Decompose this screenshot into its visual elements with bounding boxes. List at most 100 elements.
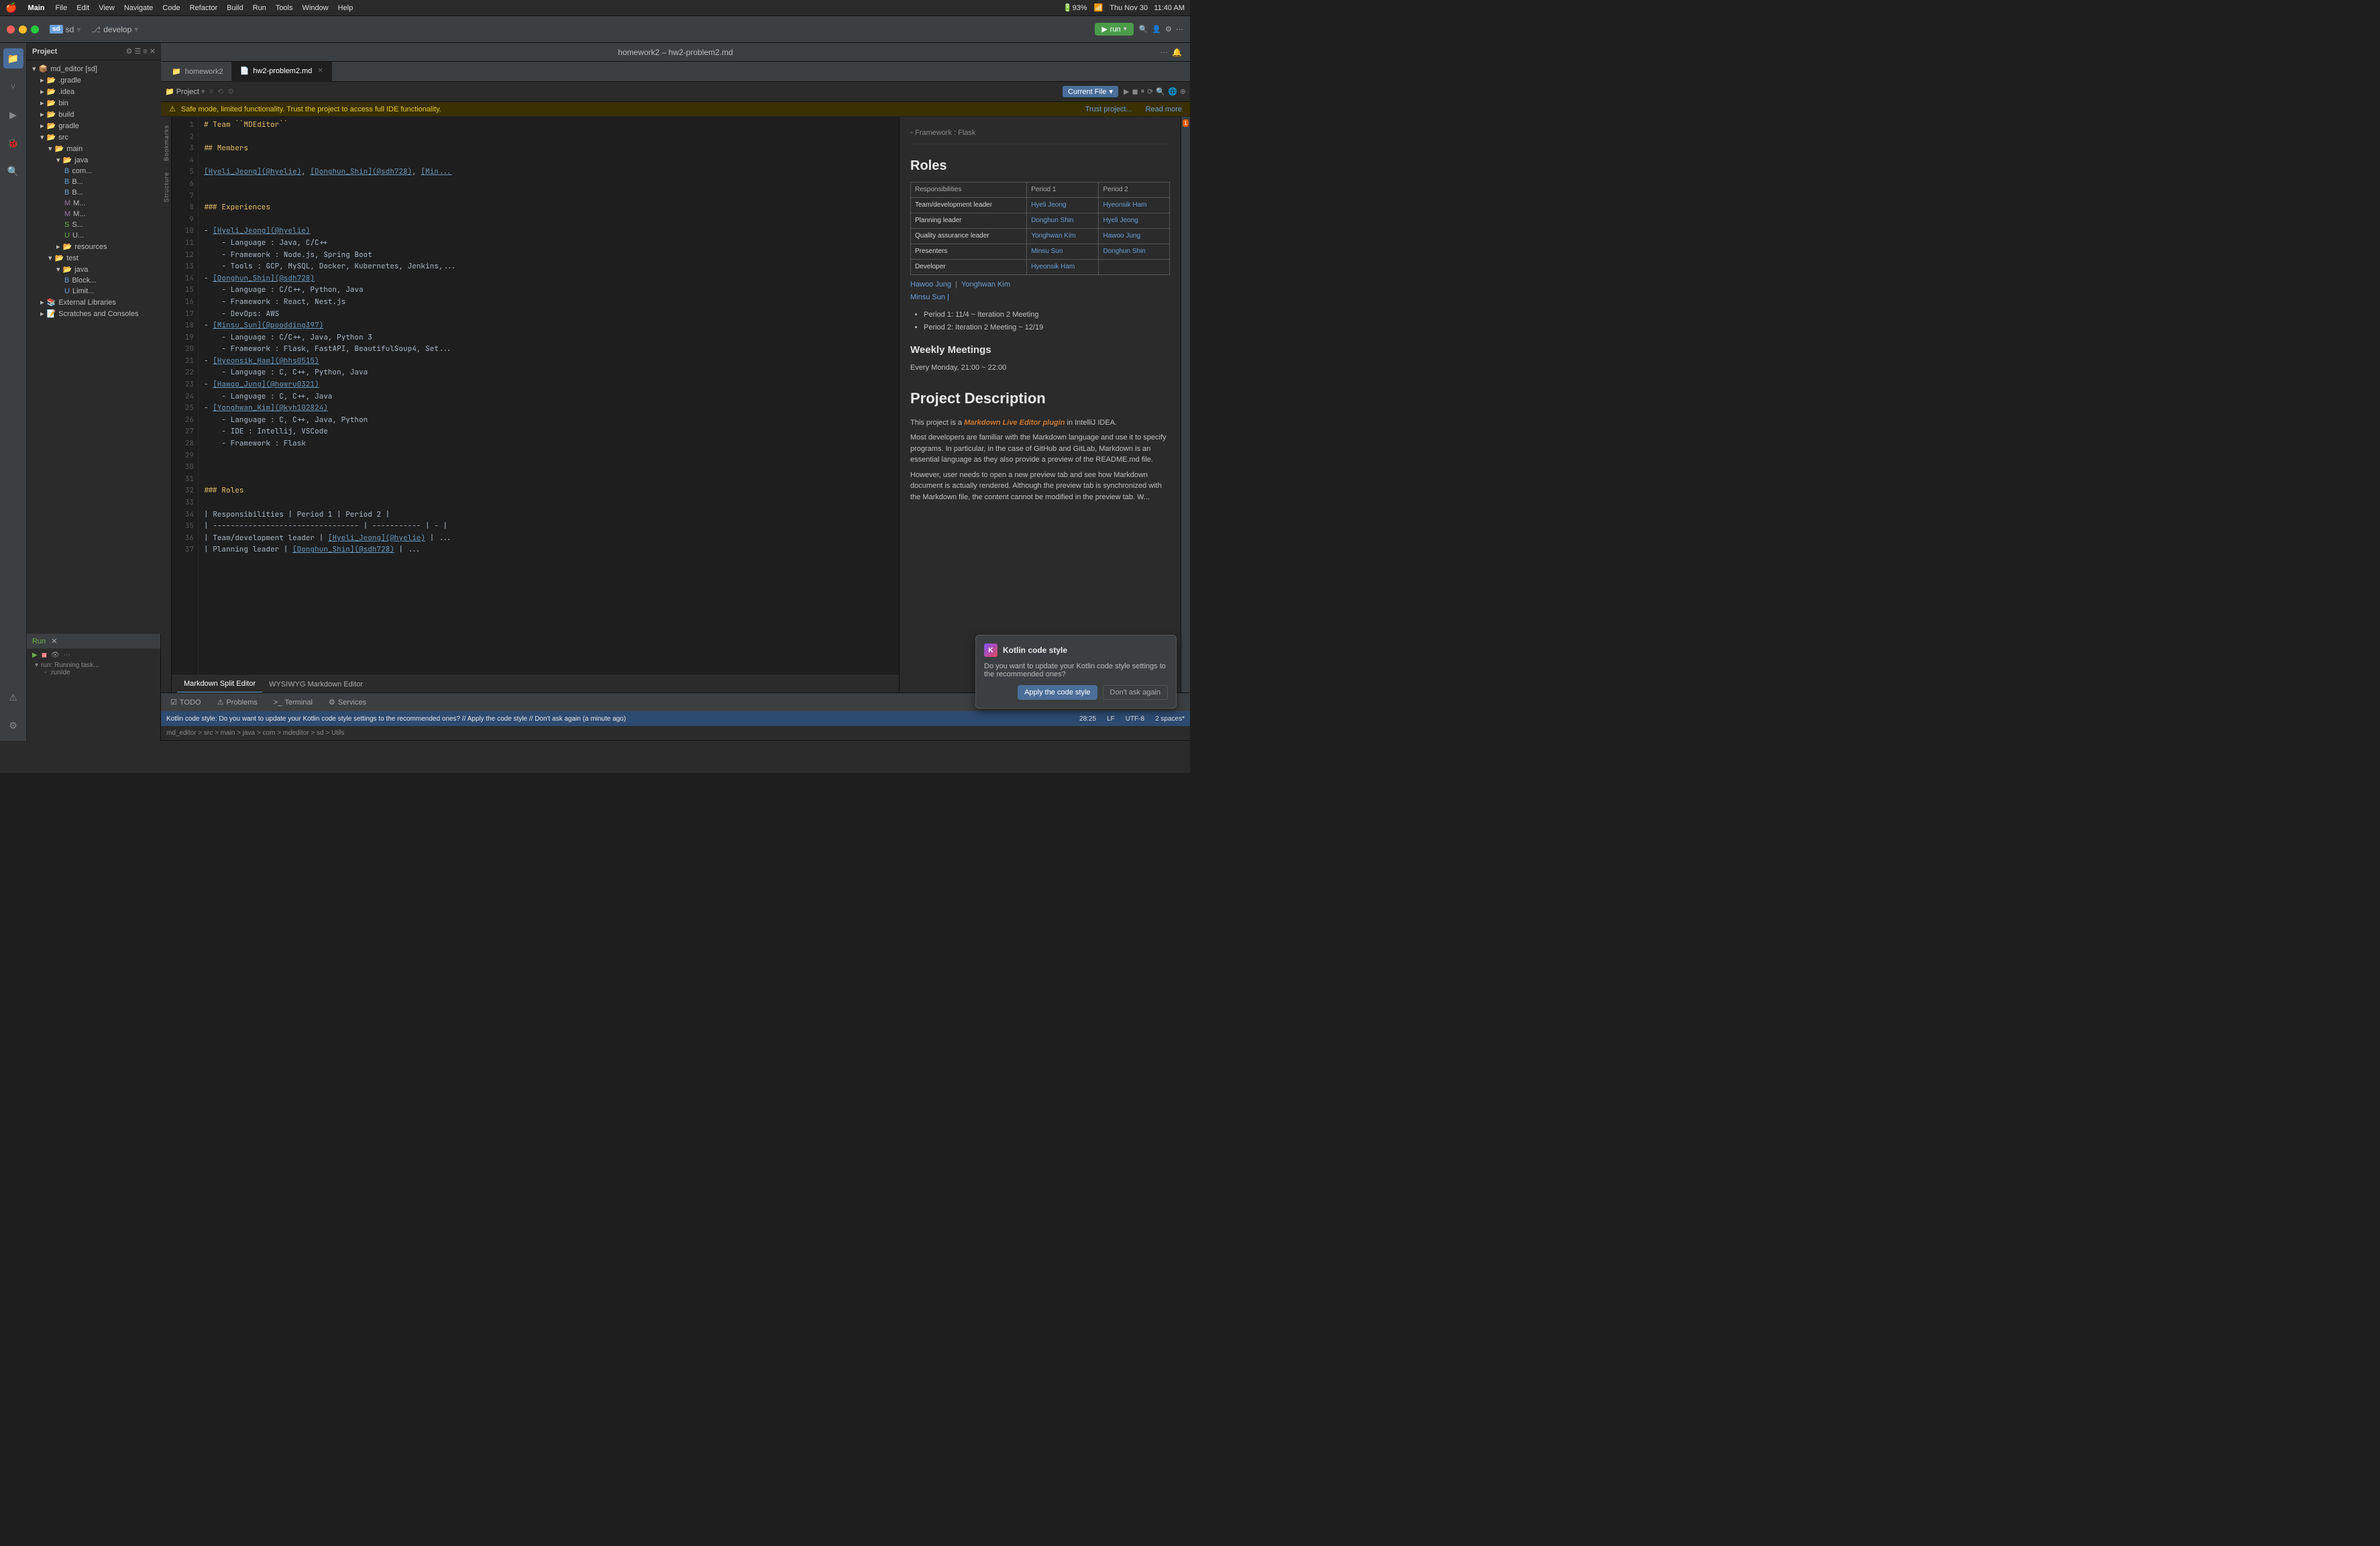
tree-item-block[interactable]: B Block...	[27, 275, 161, 286]
run-ctrl-plus[interactable]: ⊕	[1180, 87, 1186, 96]
status-lf[interactable]: LF	[1107, 715, 1115, 723]
menu-bar: 🍎 Main File Edit View Navigate Code Refa…	[0, 0, 1190, 16]
run-ctrl-browser[interactable]: 🌐	[1168, 87, 1177, 96]
run-ctrl-rerun[interactable]: ⟳	[1147, 87, 1153, 96]
tree-item-scratches[interactable]: ▸ 📝 Scratches and Consoles	[27, 308, 161, 319]
fullscreen-button[interactable]	[31, 25, 39, 34]
menu-refactor[interactable]: Refactor	[190, 4, 218, 12]
b1-label: B...	[72, 178, 83, 186]
settings-icon[interactable]: ⚙	[1165, 25, 1172, 34]
menu-file[interactable]: File	[56, 4, 68, 12]
menu-navigate[interactable]: Navigate	[124, 4, 153, 12]
minimize-button[interactable]	[19, 25, 27, 34]
sidebar-item-debug[interactable]: 🐞	[3, 133, 23, 153]
menu-build[interactable]: Build	[227, 4, 243, 12]
tab-close-icon[interactable]: ✕	[317, 67, 323, 74]
window-bell-icon[interactable]: 🔔	[1172, 48, 1182, 57]
menu-run[interactable]: Run	[253, 4, 266, 12]
tree-item-u1[interactable]: U U...	[27, 230, 161, 241]
resources-arrow: ▸	[56, 242, 60, 251]
tab-wysiwyg-editor[interactable]: WYSIWYG Markdown Editor	[262, 676, 370, 693]
run-tab[interactable]: Run	[32, 637, 46, 646]
run-play-icon[interactable]: ▶	[32, 652, 38, 659]
run-more-icon[interactable]: ⋯	[64, 652, 70, 659]
build-folder-icon: 📂	[47, 110, 56, 119]
structure-label[interactable]: Structure	[161, 166, 172, 208]
panel-options[interactable]: ⚙ ☰ ≡ ✕	[125, 47, 156, 56]
tree-item-src[interactable]: ▾ 📂 src	[27, 132, 161, 143]
sidebar-item-search[interactable]: 🔍	[3, 161, 23, 181]
status-encoding[interactable]: UTF-8	[1126, 715, 1144, 723]
current-file-btn[interactable]: Current File ▾	[1063, 86, 1118, 97]
bottom-tab-terminal[interactable]: >_ Terminal	[270, 693, 317, 712]
tree-item-b1[interactable]: B B...	[27, 176, 161, 187]
bottom-tab-todo[interactable]: ☑ TODO	[166, 693, 205, 712]
profile-icon[interactable]: 👤	[1152, 25, 1161, 34]
bookmarks-label[interactable]: Bookmarks	[161, 119, 172, 166]
run-button[interactable]: ▶ run ▾	[1095, 23, 1133, 36]
read-more-btn[interactable]: Read more	[1146, 105, 1182, 113]
tree-item-build[interactable]: ▸ 📂 build	[27, 109, 161, 120]
tree-item-test[interactable]: ▾ 📂 test	[27, 252, 161, 264]
tree-item-resources[interactable]: ▸ 📂 resources	[27, 241, 161, 252]
tree-item-limit[interactable]: U Limit...	[27, 286, 161, 297]
tree-item-gradle[interactable]: ▸ 📂 .gradle	[27, 74, 161, 86]
terminal-icon: >_	[274, 699, 282, 707]
code-line-20: - Framework : Flask, FastAPI, BeautifulS…	[204, 344, 894, 356]
menu-window[interactable]: Window	[303, 4, 329, 12]
tab-split-editor[interactable]: Markdown Split Editor	[177, 676, 262, 693]
project-name[interactable]: sd sd ▾	[50, 25, 80, 34]
tree-item-main[interactable]: ▾ 📂 main	[27, 143, 161, 154]
run-ctrl-stop[interactable]: ◼	[1132, 87, 1138, 96]
status-line-col[interactable]: 28:25	[1079, 715, 1096, 723]
tree-item-m1[interactable]: M M...	[27, 198, 161, 209]
run-ctrl-search[interactable]: 🔍	[1156, 87, 1165, 96]
search-icon[interactable]: 🔍	[1139, 25, 1148, 34]
tree-item-b2[interactable]: B B...	[27, 187, 161, 198]
apply-code-style-button[interactable]: Apply the code style	[1018, 685, 1097, 700]
close-button[interactable]	[7, 25, 15, 34]
dont-ask-again-button[interactable]: Don't ask again	[1103, 685, 1168, 700]
branch-selector[interactable]: ⎇ develop ▾	[91, 25, 138, 34]
tree-item-s1[interactable]: S S...	[27, 219, 161, 230]
tree-item-test-java[interactable]: ▾ 📂 java	[27, 264, 161, 275]
tree-item-m2[interactable]: M M...	[27, 209, 161, 219]
menu-code[interactable]: Code	[162, 4, 180, 12]
bottom-tab-problems[interactable]: ⚠ Problems	[213, 693, 261, 712]
tab-hw2-problem[interactable]: 📄 hw2-problem2.md ✕	[232, 62, 332, 82]
tree-item-bin[interactable]: ▸ 📂 bin	[27, 97, 161, 109]
tree-item-external[interactable]: ▸ 📚 External Libraries	[27, 297, 161, 308]
trust-project-btn[interactable]: Trust project...	[1085, 105, 1132, 113]
run-icon: ▶	[1101, 25, 1107, 34]
sidebar-item-run[interactable]: ▶	[3, 105, 23, 125]
menu-tools[interactable]: Tools	[276, 4, 293, 12]
app-name[interactable]: Main	[28, 4, 44, 12]
sidebar-item-project[interactable]: 📁	[3, 48, 23, 68]
tab-homework2[interactable]: 📁 homework2	[164, 62, 232, 82]
run-ctrl-play[interactable]: ▶	[1124, 87, 1129, 96]
tree-item-com[interactable]: B com...	[27, 166, 161, 176]
run-tab2[interactable]: ✕	[51, 637, 57, 646]
java-arrow: ▾	[56, 156, 60, 164]
tree-item-java[interactable]: ▾ 📂 java	[27, 154, 161, 166]
table-row-header: ResponsibilitiesPeriod 1Period 2	[911, 182, 1170, 197]
project-toolbar-btn[interactable]: 📁 Project ▾	[165, 87, 205, 96]
sidebar-item-settings[interactable]: ⚙	[3, 715, 23, 735]
tree-root[interactable]: ▾ 📦 md_editor [sd]	[27, 63, 161, 74]
sidebar-item-problems[interactable]: ⚠	[3, 687, 23, 707]
more-icon[interactable]: ⋯	[1176, 25, 1183, 34]
status-indent[interactable]: 2 spaces*	[1155, 715, 1185, 723]
apple-icon[interactable]: 🍎	[5, 2, 17, 13]
bottom-tab-services[interactable]: ⚙ Services	[325, 693, 370, 712]
menu-help[interactable]: Help	[338, 4, 354, 12]
sidebar-item-git[interactable]: ⑂	[3, 76, 23, 97]
preview-periods: Period 1: 11/4 ~ Iteration 2 Meeting Per…	[910, 309, 1170, 334]
run-eye-icon[interactable]: 👁	[51, 652, 60, 659]
run-stop-icon[interactable]: ◼	[42, 652, 47, 659]
tree-item-gradle2[interactable]: ▸ 📂 gradle	[27, 120, 161, 132]
menu-view[interactable]: View	[99, 4, 115, 12]
tree-item-idea[interactable]: ▸ 📂 .idea	[27, 86, 161, 97]
menu-edit[interactable]: Edit	[76, 4, 89, 12]
run-ctrl-pause[interactable]: ⏸	[1141, 87, 1145, 96]
window-action-icon[interactable]: ⋯	[1160, 48, 1168, 57]
